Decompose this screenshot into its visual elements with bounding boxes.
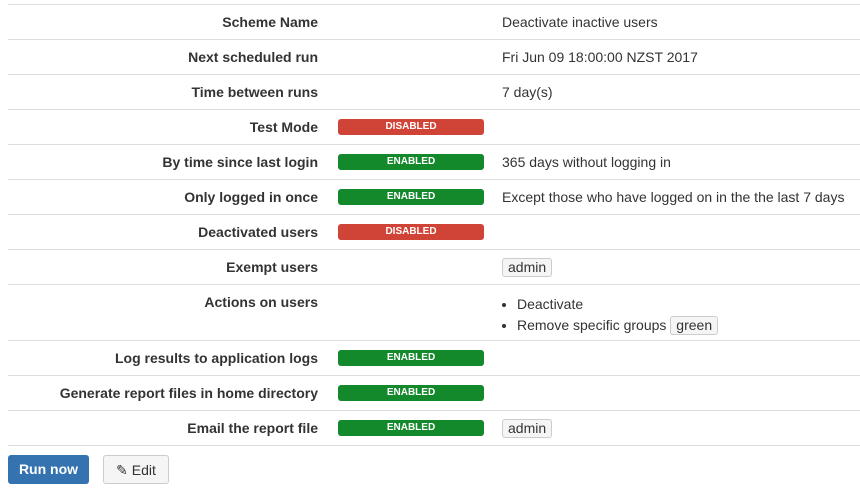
row-logged-once: Only logged in once ENABLED Except those w… (8, 179, 860, 215)
row-exempt-users: Exempt users admin (8, 249, 860, 285)
value: Deactivate inactive users (502, 14, 658, 30)
group-tag: green (670, 316, 719, 335)
row-test-mode: Test Mode DISABLED (8, 109, 860, 145)
row-next-run: Next scheduled run Fri Jun 09 18:00:00 NZ… (8, 39, 860, 75)
label: Next scheduled run (188, 49, 318, 65)
label: By time since last login (162, 154, 318, 170)
row-time-since-login: By time since last login ENABLED 365 days … (8, 144, 860, 180)
row-email-report: Email the report file ENABLED admin (8, 410, 860, 446)
row-generate-report: Generate report files in home directory E… (8, 375, 860, 411)
label: Only logged in once (184, 189, 318, 205)
status-badge: DISABLED (338, 119, 484, 135)
action-item: Remove specific groups green (517, 315, 860, 336)
user-tag: admin (502, 257, 553, 277)
label: Generate report files in home directory (59, 385, 318, 401)
row-log-results: Log results to application logs ENABLED (8, 340, 860, 376)
edit-button[interactable]: ✎ Edit (103, 455, 169, 484)
row-time-between: Time between runs 7 day(s) (8, 74, 860, 110)
status-badge: ENABLED (338, 189, 484, 205)
status-badge: ENABLED (338, 420, 484, 436)
value: 365 days without logging in (502, 154, 671, 170)
value: Except those who have logged on in the t… (502, 189, 845, 205)
row-scheme-name: Scheme Name Deactivate inactive users (8, 4, 860, 40)
label: Test Mode (249, 119, 318, 135)
row-deactivated-users: Deactivated users DISABLED (8, 214, 860, 250)
label: Actions on users (204, 294, 318, 310)
value: 7 day(s) (502, 84, 553, 100)
value: Fri Jun 09 18:00:00 NZST 2017 (502, 49, 698, 65)
row-actions: Actions on usersDeactivateRemove specifi… (8, 284, 860, 341)
label: Time between runs (191, 84, 318, 100)
status-badge: ENABLED (338, 385, 484, 401)
label: Exempt users (226, 259, 318, 275)
status-badge: ENABLED (338, 154, 484, 170)
action-text: Remove specific groups (517, 317, 667, 333)
edit-label: Edit (131, 462, 156, 478)
action-item: Deactivate (517, 294, 860, 315)
label: Deactivated users (198, 224, 318, 240)
actions-list: DeactivateRemove specific groups green (502, 294, 860, 336)
scheme-details-table: Scheme Name Deactivate inactive users Nex… (8, 4, 860, 446)
pencil-icon: ✎ (116, 462, 128, 478)
label: Log results to application logs (114, 350, 318, 366)
label: Email the report file (187, 420, 318, 436)
user-tag: admin (502, 418, 553, 438)
run-now-button[interactable]: Run now (8, 455, 89, 484)
status-badge: DISABLED (338, 224, 484, 240)
label: Scheme Name (222, 14, 318, 30)
status-badge: ENABLED (338, 350, 484, 366)
